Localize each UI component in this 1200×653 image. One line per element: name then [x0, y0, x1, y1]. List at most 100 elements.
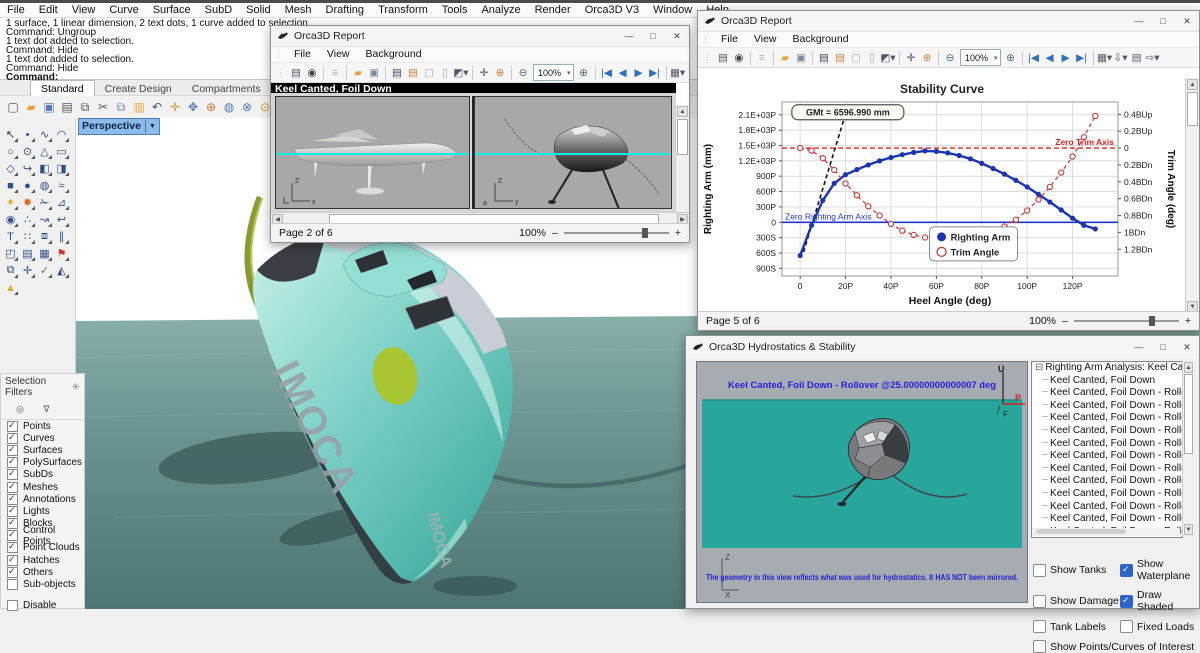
filter-item-annotations[interactable]: Annotations	[1, 493, 84, 505]
pan-hand-icon[interactable]: ✛	[476, 65, 492, 81]
box-icon[interactable]: ■	[2, 177, 19, 194]
maximize-button[interactable]: □	[641, 26, 665, 46]
next-page-icon[interactable]: ▶	[1058, 50, 1074, 66]
polygon-icon[interactable]: ◇	[2, 160, 19, 177]
filter-item-polysurfaces[interactable]: PolySurfaces	[1, 457, 84, 469]
pin-icon[interactable]: ⚑	[53, 245, 70, 262]
rhino-menu-drafting[interactable]: Drafting	[319, 3, 372, 17]
zoom-level-combo[interactable]: 100%▾	[533, 64, 574, 81]
curve-tools-icon[interactable]: ↪	[19, 160, 36, 177]
filter-item-others[interactable]: Others	[1, 566, 84, 578]
copy-icon[interactable]: ⧉	[112, 98, 130, 116]
checkbox-fixed-loads[interactable]	[1120, 620, 1133, 633]
find-icon[interactable]: ◉	[731, 50, 747, 66]
report-document-icon[interactable]: ▤	[1129, 50, 1145, 66]
rhino-menu-view[interactable]: View	[65, 3, 103, 17]
zoom-out-control[interactable]: –	[1062, 315, 1068, 327]
pan-hand-icon[interactable]: ✛	[903, 50, 919, 66]
first-page-icon[interactable]: |◀	[1026, 50, 1042, 66]
chevron-down-icon[interactable]: ▾	[994, 54, 998, 62]
zoom-slider-thumb[interactable]	[642, 228, 648, 238]
page-icon[interactable]: ▯	[437, 65, 453, 81]
previous-page-icon[interactable]: ◀	[1042, 50, 1058, 66]
sphere-icon[interactable]: ●	[19, 177, 36, 194]
hydro-viewport[interactable]: Keel Canted, Foil Down - Rollover @25.00…	[696, 361, 1028, 603]
zoom-extents-icon[interactable]: ⊗	[238, 98, 256, 116]
explode-icon[interactable]: ✶	[2, 194, 19, 211]
scroll-up-icon[interactable]: ▲	[677, 106, 688, 117]
curve-edit-icon[interactable]: ↝	[36, 211, 53, 228]
option-fixed-loads[interactable]: Fixed Loads	[1120, 620, 1199, 633]
rhino-menu-file[interactable]: File	[0, 3, 32, 17]
print-icon[interactable]: ▤	[58, 98, 76, 116]
report2-titlebar[interactable]: Orca3D Report — □ ✕	[698, 11, 1199, 32]
option-tank-labels[interactable]: Tank Labels	[1033, 620, 1120, 633]
boolean-union-icon[interactable]: ◉	[2, 211, 19, 228]
tree-item-rollover-3[interactable]: Keel Canted, Foil Down - Rollover @10	[1032, 412, 1182, 425]
surface-icon[interactable]: ◧	[36, 160, 53, 177]
close-button[interactable]: ✕	[1175, 11, 1199, 31]
save-report-icon[interactable]: ▣	[366, 65, 382, 81]
checkbox-curves[interactable]	[7, 433, 18, 444]
checkbox-tank-labels[interactable]	[1033, 620, 1046, 633]
toolbar-tab-create-design[interactable]: Create Design	[95, 81, 182, 97]
close-button[interactable]: ✕	[665, 26, 689, 46]
open-report-icon[interactable]: ▰	[350, 65, 366, 81]
zoom-window-icon[interactable]: ◍	[220, 98, 238, 116]
checkbox-sub-objects[interactable]	[7, 579, 18, 590]
open-file-icon[interactable]: ▰	[22, 98, 40, 116]
filter-item-hatches[interactable]: Hatches	[1, 554, 84, 566]
save-icon[interactable]: ▣	[40, 98, 58, 116]
save-report-icon[interactable]: ▣	[793, 50, 809, 66]
arc-icon[interactable]: △	[36, 143, 53, 160]
pan-icon[interactable]: ✛	[166, 98, 184, 116]
rhino-menu-edit[interactable]: Edit	[32, 3, 65, 17]
scroll-up-icon[interactable]: ▲	[1184, 362, 1193, 373]
zoom-in-control[interactable]: +	[1185, 315, 1191, 327]
grid-icon[interactable]: ▦	[36, 245, 53, 262]
text-icon[interactable]: T	[2, 228, 19, 245]
scroll-down-icon[interactable]: ▼	[1184, 524, 1193, 535]
zoom-slider[interactable]	[564, 232, 669, 234]
previous-page-icon[interactable]: ◀	[615, 65, 631, 81]
cone-sphere-icon[interactable]: ◭	[53, 262, 70, 279]
zoom-out-icon[interactable]: ⊖	[515, 65, 531, 81]
report2-preview[interactable]: Stability Curve Zero Trim AxisZero Right…	[698, 78, 1186, 313]
background-color-icon[interactable]: ◩▾	[453, 65, 469, 81]
tree-item-rollover-6[interactable]: Keel Canted, Foil Down - Rollover @25	[1032, 450, 1182, 463]
rhino-menu-curve[interactable]: Curve	[102, 3, 145, 17]
toolbar-tab-standard[interactable]: Standard	[30, 80, 95, 97]
zoom-slider-thumb[interactable]	[1149, 316, 1155, 326]
minimize-button[interactable]: —	[1127, 11, 1151, 31]
maximize-button[interactable]: □	[1151, 11, 1175, 31]
zoom-out-icon[interactable]: ⊖	[942, 50, 958, 66]
scrollbar-thumb[interactable]	[1184, 374, 1193, 454]
checkbox-point-clouds[interactable]	[7, 542, 18, 553]
checkbox-blocks[interactable]	[7, 518, 18, 529]
zoom-in-icon[interactable]: ⊕	[1003, 50, 1019, 66]
toolbar-tab-compartments[interactable]: Compartments	[182, 81, 271, 97]
copy-stack-icon[interactable]: ⧉	[2, 262, 19, 279]
minimize-button[interactable]: —	[1127, 336, 1151, 358]
zoom-out-control[interactable]: –	[552, 227, 558, 239]
filter-item-disable[interactable]: Disable	[1, 600, 84, 612]
filter-item-control-points[interactable]: Control Points	[1, 530, 84, 542]
zoom-slider[interactable]	[1074, 320, 1179, 322]
first-page-icon[interactable]: |◀	[599, 65, 615, 81]
tree-item-rollover-7[interactable]: Keel Canted, Foil Down - Rollover @30	[1032, 463, 1182, 476]
curved-surface-icon[interactable]: ◨	[53, 160, 70, 177]
zoom-in-icon[interactable]: ⊕	[576, 65, 592, 81]
gumball-icon[interactable]: ✛	[19, 262, 36, 279]
checkbox-others[interactable]	[7, 567, 18, 578]
copy-document-icon[interactable]: ⧉	[76, 98, 94, 116]
tree-item-rollover-8[interactable]: Keel Canted, Foil Down - Rollover @35	[1032, 475, 1182, 488]
zoom-level-combo[interactable]: 100%▾	[960, 49, 1001, 66]
page-icon[interactable]: ▯	[864, 50, 880, 66]
option-show-damage[interactable]: Show Damage	[1033, 589, 1120, 613]
ellipse-icon[interactable]: ⊙	[19, 143, 36, 160]
tree-item-rollover-5[interactable]: Keel Canted, Foil Down - Rollover @20	[1032, 438, 1182, 451]
filter-item-curves[interactable]: Curves	[1, 432, 84, 444]
rhino-menu-window[interactable]: Window	[646, 3, 699, 17]
option-draw-shaded[interactable]: Draw Shaded	[1120, 589, 1199, 613]
rhino-menu-transform[interactable]: Transform	[371, 3, 435, 17]
